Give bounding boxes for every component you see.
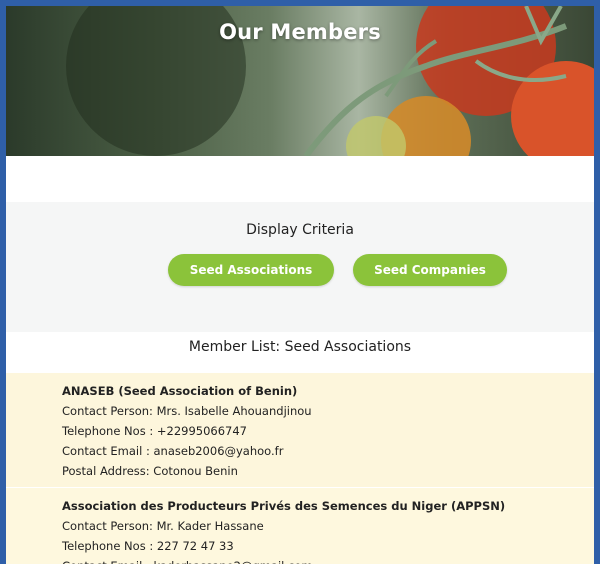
list-item: Association des Producteurs Privés des S… — [6, 487, 594, 564]
member-list: ANASEB (Seed Association of Benin) Conta… — [6, 373, 594, 564]
member-email: Contact Email : kaderhassane2@gmail.com — [62, 556, 594, 564]
seed-associations-button[interactable]: Seed Associations — [168, 254, 334, 286]
member-name: Association des Producteurs Privés des S… — [62, 499, 506, 513]
page-title: Our Members — [219, 20, 381, 44]
member-phone: Telephone Nos : 227 72 47 33 — [62, 539, 234, 553]
criteria-section: Display Criteria Seed Associations Seed … — [6, 202, 594, 332]
member-list-title: Member List: Seed Associations — [188, 339, 412, 355]
page-frame: Our Members Display Criteria Seed Associ… — [0, 0, 600, 564]
member-phone: Telephone Nos : +22995066747 — [62, 424, 247, 438]
list-item: ANASEB (Seed Association of Benin) Conta… — [6, 373, 594, 487]
member-name: ANASEB (Seed Association of Benin) — [62, 384, 298, 398]
criteria-title: Display Criteria — [246, 222, 354, 238]
member-contact: Contact Person: Mr. Kader Hassane — [62, 519, 264, 533]
member-address: Postal Address: Cotonou Benin — [62, 464, 238, 478]
member-email: Contact Email : anaseb2006@yahoo.fr — [62, 444, 284, 458]
hero-banner: Our Members — [6, 6, 594, 156]
seed-companies-button[interactable]: Seed Companies — [353, 254, 507, 286]
member-contact: Contact Person: Mrs. Isabelle Ahouandjin… — [62, 404, 312, 418]
